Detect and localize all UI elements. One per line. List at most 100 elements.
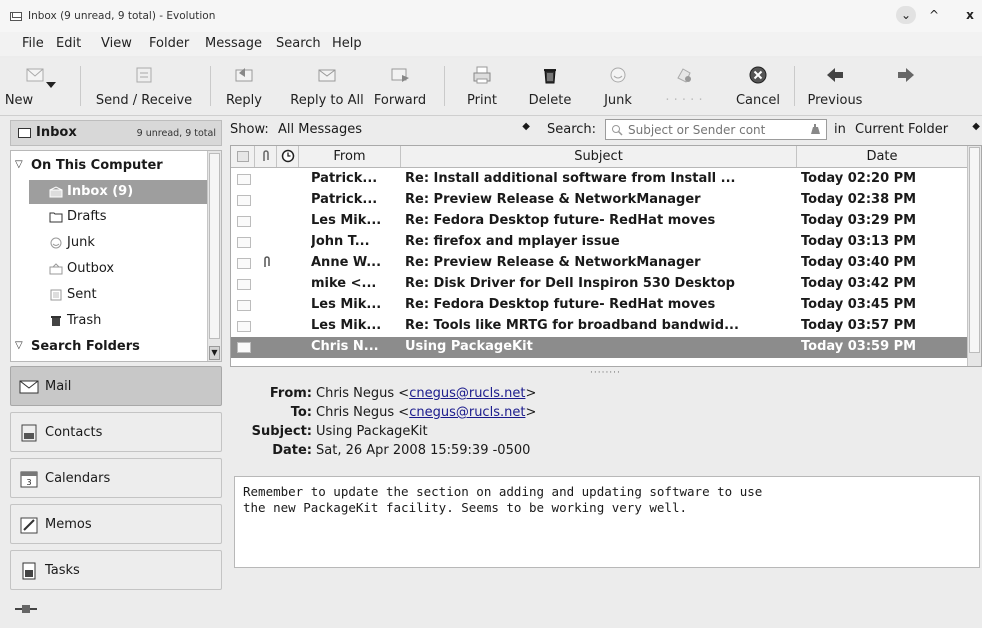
folder-item-inbox[interactable]: Inbox (9) [29,180,207,204]
column-from[interactable]: From [299,146,401,167]
table-row[interactable]: Chris N... Using PackageKit Today 03:59 PM [231,337,967,358]
menu-edit[interactable]: Edit [56,36,81,51]
search-scope-select[interactable]: Current Folder ◆ [852,119,982,140]
outbox-icon [49,263,63,275]
menu-view[interactable]: View [101,36,132,51]
unread-envelope-icon[interactable] [237,174,251,185]
reply-all-label: Reply to All [290,93,364,108]
folder-item-trash[interactable]: Trash [11,309,207,333]
search-icon[interactable] [611,124,623,136]
message-list-scrollbar[interactable] [967,146,981,366]
switcher-contacts[interactable]: Contacts [10,412,222,452]
junk-label: Junk [604,93,632,108]
send-receive-button[interactable]: Send / Receive [86,58,202,114]
forward-button[interactable]: Forward [370,58,430,114]
unread-envelope-icon[interactable] [237,258,251,269]
clear-search-icon[interactable] [809,123,822,136]
switcher-tasks[interactable]: Tasks [10,550,222,590]
menu-search[interactable]: Search [276,36,321,51]
date-value: Sat, 26 Apr 2008 15:59:39 -0500 [316,443,531,458]
cell-from: Patrick... [311,171,378,186]
column-attachment[interactable] [255,146,277,167]
reply-button[interactable]: Reply [220,58,268,114]
table-row[interactable]: mike <... Re: Disk Driver for Dell Inspir… [231,274,967,295]
contacts-icon [21,424,37,442]
forward-icon [391,68,409,82]
menu-message[interactable]: Message [205,36,262,51]
menu-file[interactable]: File [22,36,44,51]
table-row[interactable]: Les Mik... Re: Fedora Desktop future- Red… [231,295,967,316]
expander-open-icon[interactable]: ▽ [15,340,23,351]
from-email-link[interactable]: cnegus@rucls.net [409,386,525,401]
search-scope-value: Current Folder [855,122,949,137]
unread-envelope-icon[interactable] [237,342,251,353]
maximize-button[interactable]: ^ [924,6,944,24]
unread-envelope-icon[interactable] [237,237,251,248]
column-flag[interactable] [277,146,299,167]
scrollbar-thumb[interactable] [969,147,980,353]
folder-item-drafts[interactable]: Drafts [11,205,207,229]
scrollbar-thumb[interactable] [209,153,220,339]
send-receive-label: Send / Receive [95,93,193,108]
from-key: From: [269,386,312,401]
print-button[interactable]: Print [456,58,508,114]
unread-envelope-icon[interactable] [237,195,251,206]
switcher-memos[interactable]: Memos [10,504,222,544]
cell-date: Today 03:57 PM [801,318,917,333]
cell-from: Chris N... [311,339,379,354]
table-row[interactable]: Anne W... Re: Preview Release & NetworkMa… [231,253,967,274]
cell-date: Today 03:42 PM [801,276,917,291]
reply-label: Reply [225,93,262,108]
table-row[interactable]: John T... Re: firefox and mplayer issue To… [231,232,967,253]
clock-column-icon [281,149,295,163]
unread-envelope-icon[interactable] [237,300,251,311]
minimize-button[interactable]: ⌄ [896,6,916,24]
previous-button[interactable]: Previous [800,58,870,114]
column-date[interactable]: Date [797,146,967,167]
expander-open-icon[interactable]: ▽ [15,159,23,170]
switcher-mail[interactable]: Mail [10,366,222,406]
table-row[interactable]: Les Mik... Re: Tools like MRTG for broadb… [231,316,967,337]
menu-folder[interactable]: Folder [149,36,189,51]
folder-label-sent: Sent [67,287,97,302]
table-row[interactable]: Patrick... Re: Install additional softwar… [231,169,967,190]
junk-button[interactable]: Junk [594,58,642,114]
unread-envelope-icon[interactable] [237,216,251,227]
tree-group-search-folders[interactable]: ▽ Search Folders [11,335,207,359]
unread-envelope-icon[interactable] [237,279,251,290]
column-subject[interactable]: Subject [401,146,797,167]
search-input[interactable] [628,122,804,138]
folder-item-sent[interactable]: Sent [11,283,207,307]
table-row[interactable]: Les Mik... Re: Fedora Desktop future- Red… [231,211,967,232]
table-row[interactable]: Patrick... Re: Preview Release & NetworkM… [231,190,967,211]
new-dropdown-arrow-icon[interactable] [46,82,56,88]
reply-all-button[interactable]: Reply to All [284,58,370,114]
current-folder-title: Inbox [36,125,77,140]
switcher-memos-label: Memos [45,517,92,532]
folder-item-outbox[interactable]: Outbox [11,257,207,281]
next-button[interactable] [878,58,934,114]
switcher-calendars[interactable]: 3 Calendars [10,458,222,498]
trash-can-icon [544,69,556,84]
offline-status-icon[interactable] [14,604,38,614]
cancel-icon [749,66,767,84]
tree-group-on-this-computer[interactable]: ▽ On This Computer [11,154,207,178]
close-button[interactable]: x [962,6,978,24]
switcher-contacts-label: Contacts [45,425,103,440]
delete-button[interactable]: Delete [522,58,578,114]
menu-help[interactable]: Help [332,36,362,51]
send-receive-icon [136,67,152,83]
to-email-link[interactable]: cnegus@rucls.net [409,405,525,420]
show-filter-select[interactable]: All Messages ◆ [276,119,536,140]
new-button[interactable]: New [4,58,58,114]
unread-envelope-icon[interactable] [237,321,251,332]
message-body[interactable]: Remember to update the section on adding… [234,476,980,568]
envelope-column-icon [237,151,249,162]
scroll-down-arrow-icon[interactable]: ▼ [209,346,220,360]
column-status[interactable] [231,146,255,167]
cancel-button[interactable]: Cancel [728,58,788,114]
search-box [605,119,827,140]
folder-tree-scrollbar[interactable]: ▼ [207,151,221,361]
folder-item-junk[interactable]: Junk [11,231,207,255]
not-junk-button[interactable]: · · · · · [650,58,718,114]
